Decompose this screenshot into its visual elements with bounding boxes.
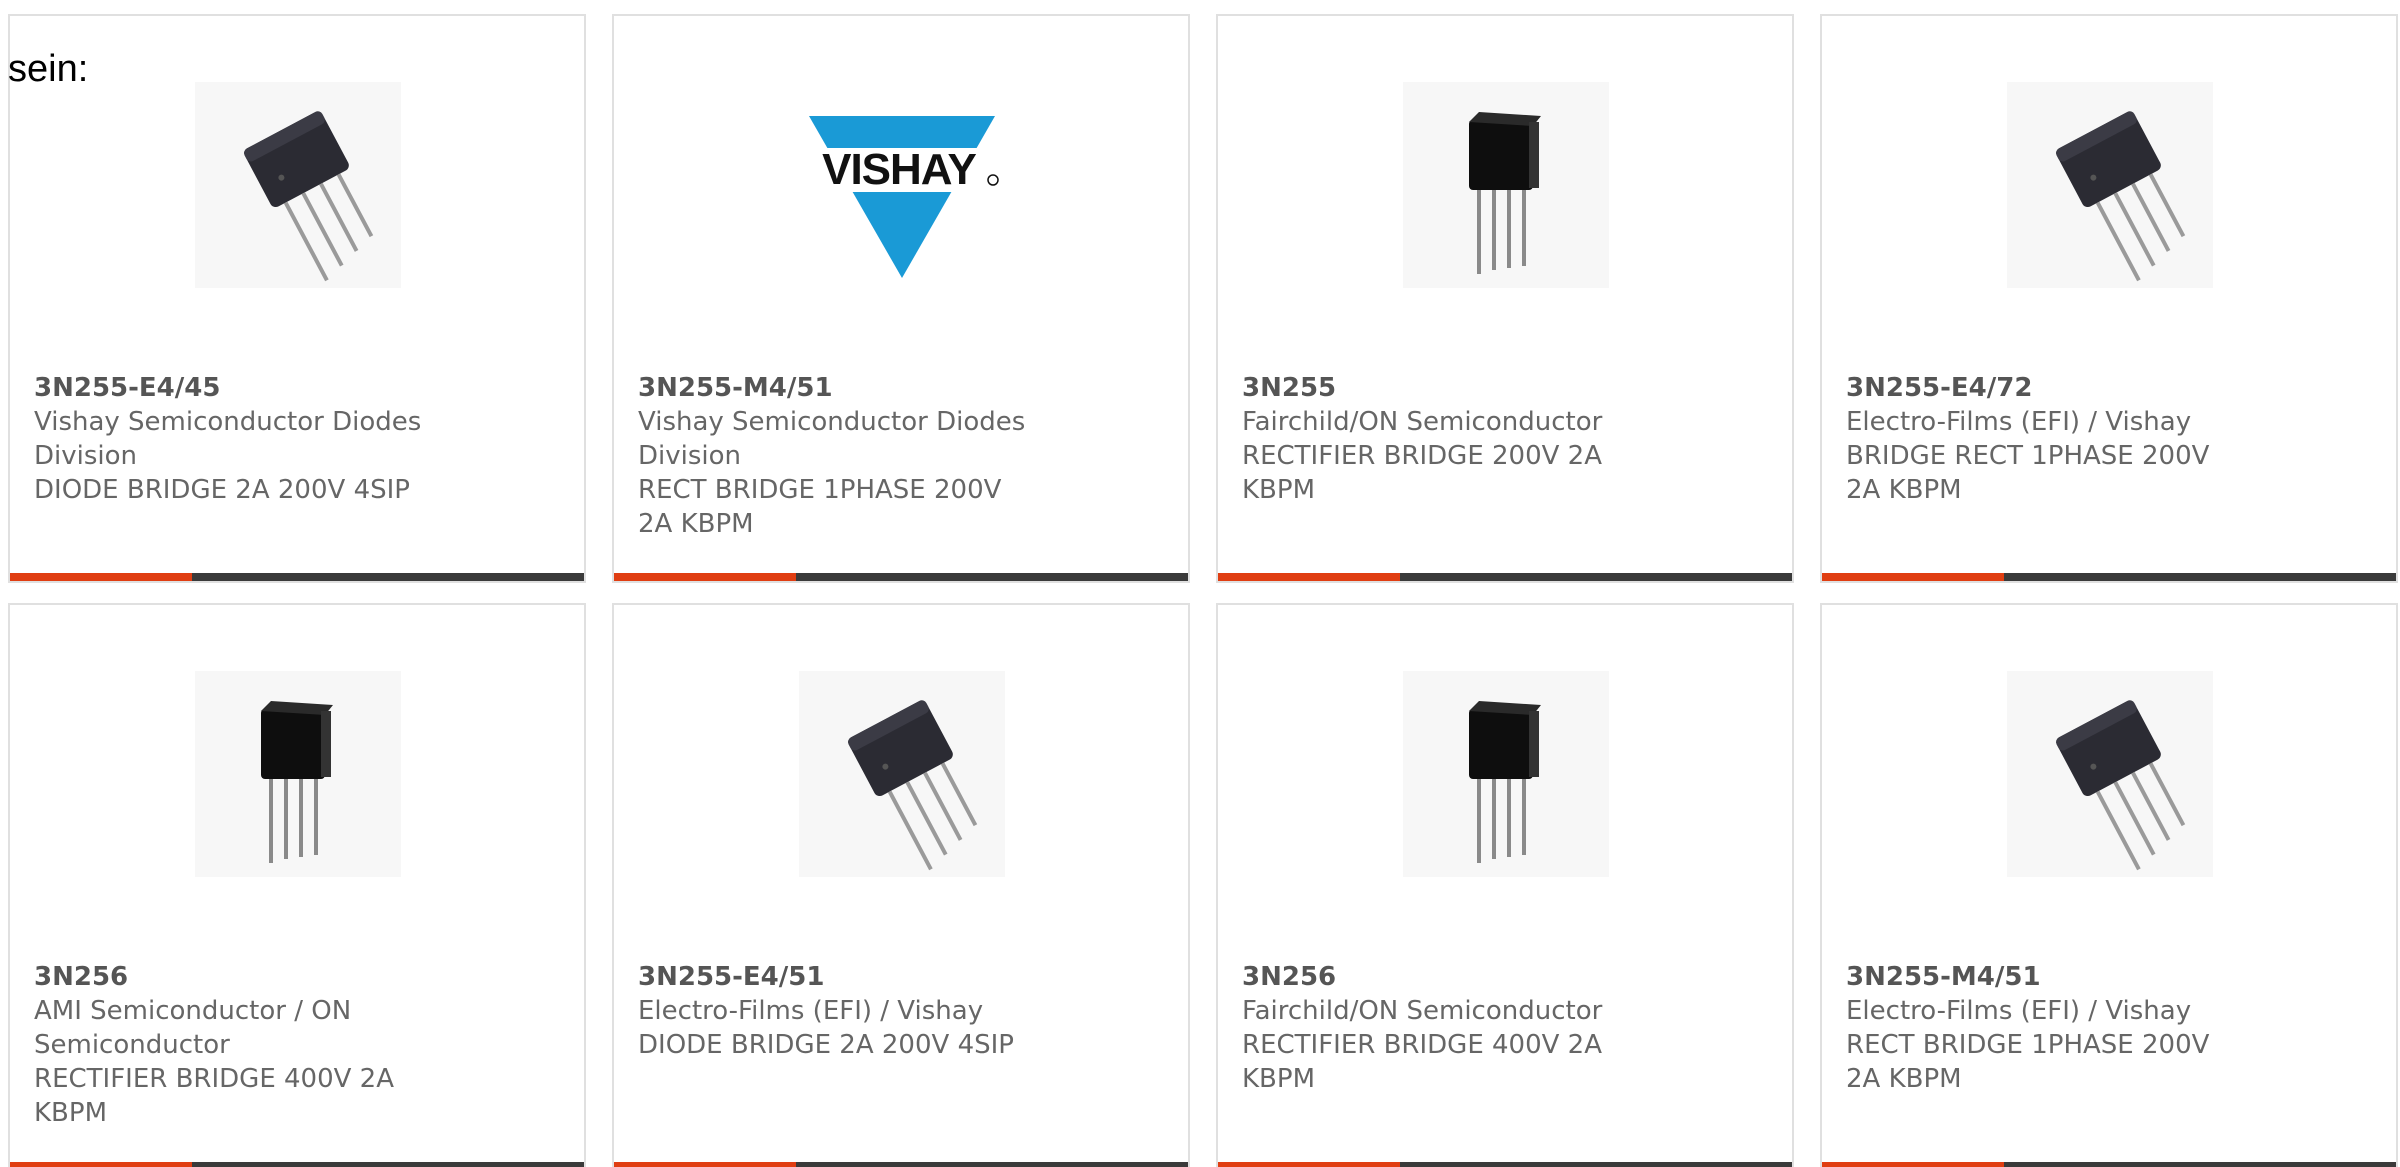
product-description: DIODE BRIDGE 2A 200V 4SIP [34, 475, 410, 505]
card-bottom-bar [614, 573, 1188, 581]
card-bottom-bar [1822, 1162, 2396, 1167]
card-accent-bar [10, 573, 192, 581]
product-image[interactable] [799, 671, 1005, 877]
product-card[interactable]: 3N255-E4/72 Electro-Films (EFI) / Vishay B… [1820, 14, 2398, 583]
part-number[interactable]: 3N255-E4/45 [34, 371, 434, 405]
card-accent-bar [10, 1162, 192, 1167]
part-number[interactable]: 3N256 [34, 960, 434, 994]
part-number[interactable]: 3N255-M4/51 [638, 371, 1038, 405]
product-card[interactable]: 3N255-E4/45 Vishay Semiconductor Diodes D… [8, 14, 586, 583]
product-description: DIODE BRIDGE 2A 200V 4SIP [638, 1030, 1014, 1060]
card-bottom-bar [1822, 573, 2396, 581]
card-accent-bar [1822, 573, 2004, 581]
product-image[interactable] [1403, 671, 1609, 877]
part-number[interactable]: 3N255-E4/72 [1846, 371, 2246, 405]
manufacturer: AMI Semiconductor / ON Semiconductor [34, 996, 352, 1060]
vishay-logo[interactable]: VISHAY [799, 82, 1005, 288]
product-description: RECT BRIDGE 1PHASE 200V 2A KBPM [1846, 1030, 2210, 1094]
part-number[interactable]: 3N256 [1242, 960, 1642, 994]
product-description: RECTIFIER BRIDGE 400V 2A KBPM [1242, 1030, 1603, 1094]
manufacturer: Electro-Films (EFI) / Vishay [638, 996, 984, 1026]
manufacturer: Fairchild/ON Semiconductor [1242, 996, 1603, 1026]
svg-text:VISHAY: VISHAY [822, 145, 976, 194]
product-info: 3N256 AMI Semiconductor / ON Semiconducto… [34, 960, 434, 1130]
card-bottom-bar [10, 573, 584, 581]
product-description: BRIDGE RECT 1PHASE 200V 2A KBPM [1846, 441, 2210, 505]
part-number[interactable]: 3N255 [1242, 371, 1642, 405]
manufacturer: Electro-Films (EFI) / Vishay [1846, 407, 2192, 437]
card-accent-bar [614, 1162, 796, 1167]
product-info: 3N255-E4/72 Electro-Films (EFI) / Vishay B… [1846, 371, 2246, 507]
product-card[interactable]: VISHAY 3N255-M4/51 Vishay Semiconductor D… [612, 14, 1190, 583]
product-card[interactable]: 3N255-M4/51 Electro-Films (EFI) / Vishay R… [1820, 603, 2398, 1167]
card-accent-bar [1822, 1162, 2004, 1167]
card-accent-bar [614, 573, 796, 581]
product-description: RECTIFIER BRIDGE 400V 2A KBPM [34, 1064, 395, 1128]
intro-text: sein: [8, 48, 89, 90]
product-image[interactable] [195, 671, 401, 877]
product-info: 3N255-M4/51 Vishay Semiconductor Diodes D… [638, 371, 1038, 541]
part-number[interactable]: 3N255-E4/51 [638, 960, 1038, 994]
product-description: RECT BRIDGE 1PHASE 200V 2A KBPM [638, 475, 1002, 539]
product-info: 3N255-E4/45 Vishay Semiconductor Diodes D… [34, 371, 434, 507]
product-description: RECTIFIER BRIDGE 200V 2A KBPM [1242, 441, 1603, 505]
manufacturer: Electro-Films (EFI) / Vishay [1846, 996, 2192, 1026]
product-info: 3N255 Fairchild/ON Semiconductor RECTIFIER… [1242, 371, 1642, 507]
product-info: 3N255-M4/51 Electro-Films (EFI) / Vishay R… [1846, 960, 2246, 1096]
product-info: 3N255-E4/51 Electro-Films (EFI) / Vishay D… [638, 960, 1038, 1062]
card-accent-bar [1218, 573, 1400, 581]
product-card[interactable]: 3N255 Fairchild/ON Semiconductor RECTIFIER… [1216, 14, 1794, 583]
product-card[interactable]: 3N256 AMI Semiconductor / ON Semiconducto… [8, 603, 586, 1167]
product-image[interactable] [195, 82, 401, 288]
manufacturer: Vishay Semiconductor Diodes Division [638, 407, 1026, 471]
manufacturer: Fairchild/ON Semiconductor [1242, 407, 1603, 437]
product-image[interactable] [2007, 671, 2213, 877]
card-bottom-bar [614, 1162, 1188, 1167]
product-card[interactable]: 3N256 Fairchild/ON Semiconductor RECTIFIER… [1216, 603, 1794, 1167]
card-bottom-bar [1218, 1162, 1792, 1167]
card-bottom-bar [10, 1162, 584, 1167]
manufacturer: Vishay Semiconductor Diodes Division [34, 407, 422, 471]
product-image[interactable] [1403, 82, 1609, 288]
product-info: 3N256 Fairchild/ON Semiconductor RECTIFIER… [1242, 960, 1642, 1096]
card-bottom-bar [1218, 573, 1792, 581]
product-card[interactable]: 3N255-E4/51 Electro-Films (EFI) / Vishay D… [612, 603, 1190, 1167]
product-grid-page: sein: 3N255-E4/45 Vishay Semiconductor Di… [0, 0, 2400, 1167]
product-image[interactable] [2007, 82, 2213, 288]
card-accent-bar [1218, 1162, 1400, 1167]
part-number[interactable]: 3N255-M4/51 [1846, 960, 2246, 994]
